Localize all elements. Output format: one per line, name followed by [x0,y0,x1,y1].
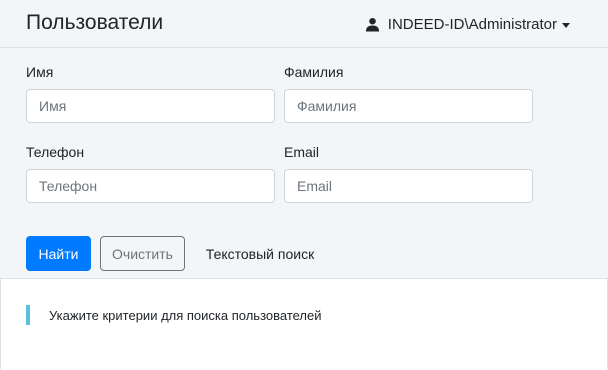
last-name-input[interactable] [284,89,533,123]
clear-button[interactable]: Очистить [100,236,185,271]
search-hint: Укажите критерии для поиска пользователе… [26,305,322,325]
chevron-down-icon [562,23,570,28]
last-name-label: Фамилия [284,64,344,80]
user-name: INDEED-ID\Administrator [387,16,557,33]
find-button[interactable]: Найти [26,236,91,271]
first-name-label: Имя [26,64,54,80]
page-title: Пользователи [26,11,164,34]
user-menu-dropdown[interactable]: INDEED-ID\Administrator [365,16,570,33]
text-search-button[interactable]: Текстовый поиск [196,236,324,271]
email-label: Email [284,144,320,160]
phone-label: Телефон [26,144,85,160]
phone-input[interactable] [26,169,275,203]
email-input[interactable] [284,169,533,203]
search-form: Имя Фамилия Телефон Email Найти Очистить… [0,48,608,279]
first-name-input[interactable] [26,89,275,123]
search-hint-text: Укажите критерии для поиска пользователе… [49,307,322,323]
user-icon [365,17,380,32]
header-bar: Пользователи INDEED-ID\Administrator [0,0,608,48]
